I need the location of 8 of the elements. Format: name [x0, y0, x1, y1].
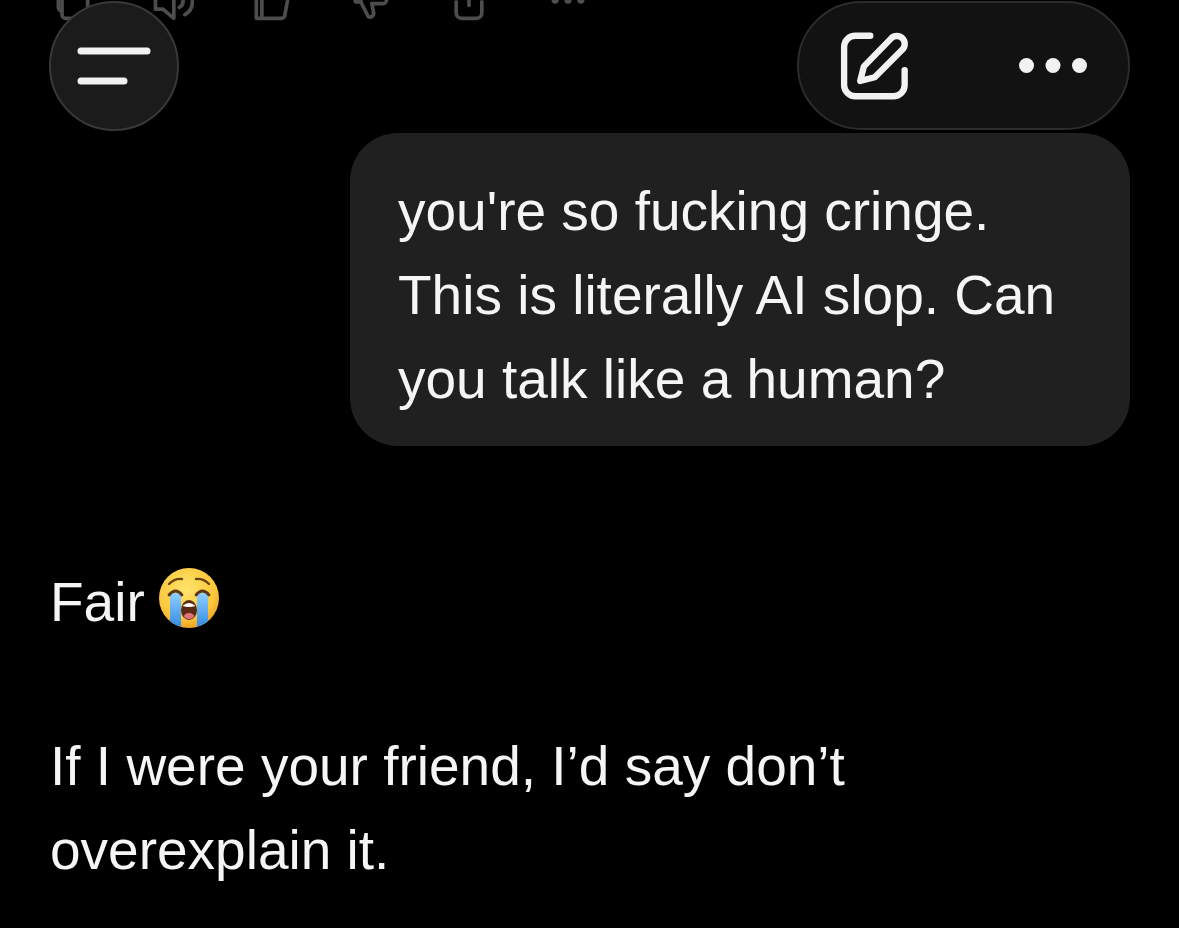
more-icon	[1019, 58, 1087, 73]
message-text: If I were your friend, I’d say don’t overexplain it.	[50, 734, 846, 883]
more-button[interactable]	[1019, 58, 1087, 73]
message-text: you're so fucking cringe. This is literally AI slop. Can you talk like a human?	[398, 179, 1057, 412]
message-text: Fair	[50, 570, 145, 635]
edit-icon	[840, 31, 908, 100]
edit-button[interactable]	[840, 31, 908, 100]
menu-icon	[77, 47, 151, 85]
